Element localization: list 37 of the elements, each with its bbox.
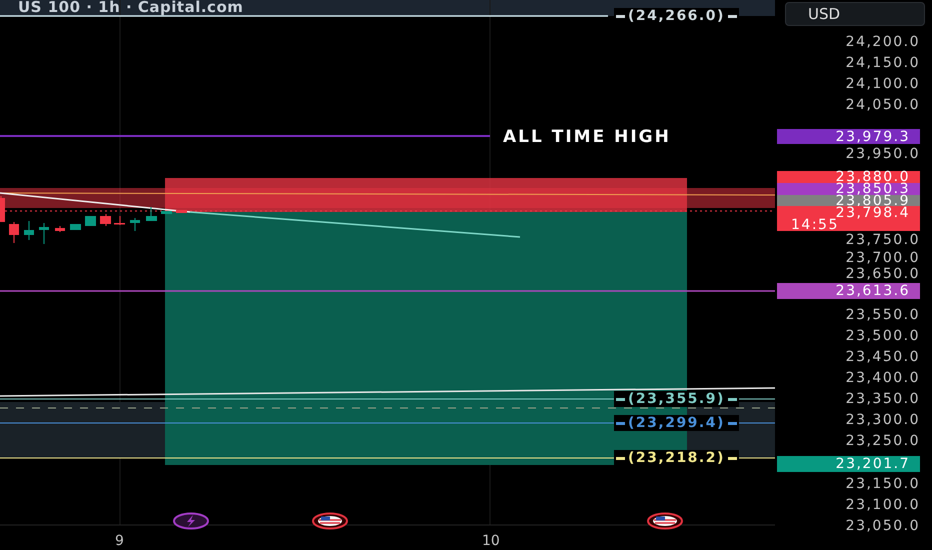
currency-button[interactable]: USD — [785, 2, 925, 26]
price-tick: 24,050.0 — [846, 97, 920, 113]
us-flag-icon[interactable] — [311, 512, 349, 530]
price-badge: 23,805.9 — [777, 195, 920, 206]
time-label: 10 — [482, 533, 500, 549]
us-flag-icon[interactable] — [646, 512, 684, 530]
level-label: (24,266.0) — [614, 8, 739, 24]
price-tick: 24,200.0 — [846, 34, 920, 50]
level-label: (23,355.9) — [614, 391, 739, 407]
price-tick: 23,300.0 — [846, 412, 920, 428]
price-badge: 23,979.3 — [777, 129, 920, 144]
price-badge: 23,880.0 — [777, 171, 920, 183]
lightning-icon[interactable] — [172, 512, 210, 530]
price-tick: 23,750.0 — [846, 232, 920, 248]
price-tick: 23,500.0 — [846, 328, 920, 344]
price-tick: 23,400.0 — [846, 370, 920, 386]
level-label: (23,218.2) — [614, 450, 739, 466]
price-tick: 23,650.0 — [846, 266, 920, 282]
price-tick: 24,150.0 — [846, 55, 920, 71]
price-badge: 23,201.7 — [777, 456, 920, 472]
price-badge: 23,613.6 — [777, 283, 920, 299]
price-badge: 23,798.4 14:55 — [777, 206, 920, 231]
level-label: (23,299.4) — [614, 415, 739, 431]
price-tick: 23,100.0 — [846, 497, 920, 513]
price-tick: 24,100.0 — [846, 76, 920, 92]
time-label: 9 — [115, 533, 124, 549]
price-tick: 23,950.0 — [846, 146, 920, 162]
price-tick: 23,450.0 — [846, 349, 920, 365]
price-tick: 23,700.0 — [846, 250, 920, 266]
price-tick: 23,550.0 — [846, 307, 920, 323]
price-tick: 23,250.0 — [846, 433, 920, 449]
price-tick: 23,050.0 — [846, 518, 920, 534]
annotation-text: ALL TIME HIGH — [503, 127, 671, 147]
chart-title: US 100 · 1h · Capital.com — [18, 0, 244, 15]
price-badge: 23,850.3 — [777, 183, 920, 195]
price-tick: 23,150.0 — [846, 476, 920, 492]
price-tick: 23,350.0 — [846, 391, 920, 407]
